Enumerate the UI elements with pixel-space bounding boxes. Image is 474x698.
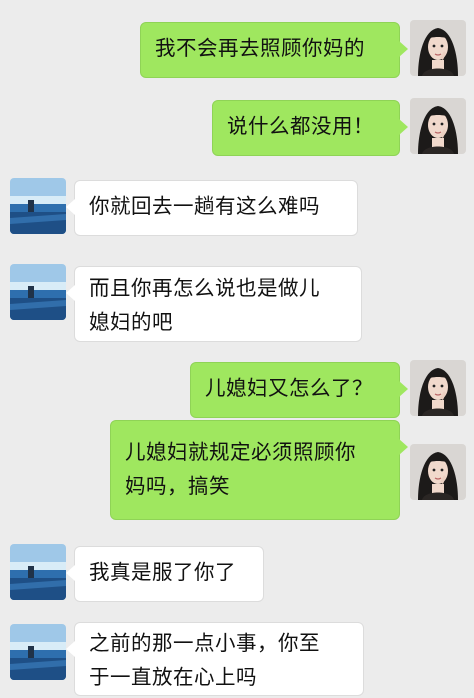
message-line: 你就回去一趟有这么难吗 [89, 194, 320, 218]
my-avatar[interactable] [410, 98, 466, 154]
message-line: 儿媳妇又怎么了？ [205, 376, 373, 400]
sea-landscape-icon [10, 264, 66, 320]
message-line: 儿媳妇就规定必须照顾你 [125, 440, 356, 464]
message-line: 之前的那一点小事，你至 [89, 631, 320, 655]
woman-portrait-icon [410, 98, 466, 154]
my-avatar[interactable] [410, 444, 466, 500]
my-avatar[interactable] [410, 20, 466, 76]
message-bubble-5[interactable]: 儿媳妇又怎么了？ [190, 362, 408, 418]
sea-landscape-icon [10, 544, 66, 600]
woman-portrait-icon [410, 444, 466, 500]
message-bubble-6[interactable]: 儿媳妇就规定必须照顾你 妈吗，搞笑 [110, 420, 408, 520]
woman-portrait-icon [410, 360, 466, 416]
message-line: 妈吗，搞笑 [125, 474, 230, 498]
contact-avatar[interactable] [10, 178, 66, 234]
message-line: 媳妇的吧 [89, 310, 173, 334]
message-bubble-1[interactable]: 我不会再去照顾你妈的 [140, 22, 408, 78]
chat-window: 我不会再去照顾你妈的 说什么都没用！ 你就回去一趟有这么难吗 而且你再怎么说也是… [0, 0, 474, 698]
contact-avatar[interactable] [10, 624, 66, 680]
contact-avatar[interactable] [10, 264, 66, 320]
message-bubble-3[interactable]: 你就回去一趟有这么难吗 [66, 180, 358, 236]
message-line: 而且你再怎么说也是做儿 [89, 276, 320, 300]
message-bubble-7[interactable]: 我真是服了你了 [66, 546, 264, 602]
message-line: 我不会再去照顾你妈的 [155, 36, 365, 60]
message-line: 于一直放在心上吗 [89, 665, 257, 689]
woman-portrait-icon [410, 20, 466, 76]
contact-avatar[interactable] [10, 544, 66, 600]
message-bubble-8[interactable]: 之前的那一点小事，你至 于一直放在心上吗 [66, 622, 364, 696]
message-line: 说什么都没用！ [227, 114, 374, 138]
message-bubble-2[interactable]: 说什么都没用！ [212, 100, 408, 156]
sea-landscape-icon [10, 178, 66, 234]
sea-landscape-icon [10, 624, 66, 680]
my-avatar[interactable] [410, 360, 466, 416]
message-bubble-4[interactable]: 而且你再怎么说也是做儿 媳妇的吧 [66, 266, 362, 342]
message-line: 我真是服了你了 [89, 560, 236, 584]
